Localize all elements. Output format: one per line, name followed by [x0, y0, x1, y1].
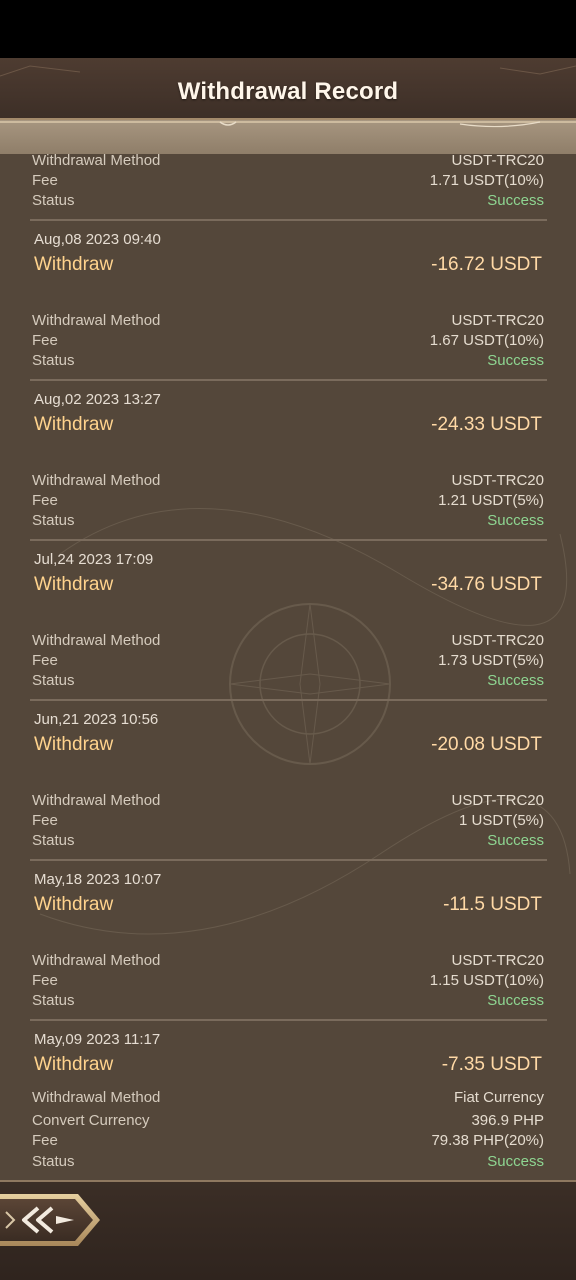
method-value: USDT-TRC20 [451, 472, 544, 489]
status-label: Status [32, 1153, 75, 1170]
fee-label: Fee [32, 1132, 58, 1149]
fee-value: 1.71 USDT(10%) [429, 172, 544, 189]
record-date: May,18 2023 10:07 [34, 871, 162, 888]
record-date: Jul,24 2023 17:09 [34, 551, 154, 568]
fee-value: 1.73 USDT(5%) [438, 652, 544, 669]
record-divider [30, 219, 547, 221]
record-divider [30, 699, 547, 701]
method-label: Withdrawal Method [32, 952, 161, 969]
header-ornament-strip [0, 120, 576, 154]
record-type: Withdraw [34, 254, 114, 275]
status-value: Success [487, 992, 544, 1009]
status-value: Success [487, 352, 544, 369]
record-divider [30, 1019, 547, 1021]
record-amount: -11.5 USDT [443, 894, 542, 915]
record-date: Jun,21 2023 10:56 [34, 711, 159, 728]
fee-value: 1.67 USDT(10%) [429, 332, 544, 349]
method-value: USDT-TRC20 [451, 792, 544, 809]
record-date: Aug,08 2023 09:40 [34, 231, 161, 248]
record-type: Withdraw [34, 734, 114, 755]
status-label: Status [32, 352, 75, 369]
fee-label: Fee [32, 332, 58, 349]
method-label: Withdrawal Method [32, 472, 161, 489]
fee-value: 1.21 USDT(5%) [438, 492, 544, 509]
fee-label: Fee [32, 812, 58, 829]
fee-label: Fee [32, 652, 58, 669]
record-divider [30, 859, 547, 861]
record-amount: -7.35 USDT [441, 1054, 542, 1075]
method-label: Withdrawal Method [32, 632, 161, 649]
back-button[interactable] [0, 1190, 104, 1250]
record-type: Withdraw [34, 894, 114, 915]
record-amount: -34.76 USDT [431, 574, 542, 595]
record-amount: -20.08 USDT [431, 734, 542, 755]
status-value: Success [487, 512, 544, 529]
record-list[interactable]: Withdrawal Method USDT-TRC20 Fee 1.71 US… [0, 154, 576, 1182]
status-label: Status [32, 192, 75, 209]
method-label: Withdrawal Method [32, 312, 161, 329]
status-value: Success [487, 832, 544, 849]
record-date: May,09 2023 11:17 [34, 1031, 161, 1048]
status-label: Status [32, 512, 75, 529]
fee-value: 1 USDT(5%) [458, 812, 544, 829]
fee-label: Fee [32, 492, 58, 509]
status-label: Status [32, 832, 75, 849]
record-type: Withdraw [34, 574, 114, 595]
record-amount: -16.72 USDT [431, 254, 542, 275]
system-status-bar [0, 0, 576, 58]
status-label: Status [32, 672, 75, 689]
record-divider [30, 539, 547, 541]
method-label: Withdrawal Method [32, 1089, 161, 1106]
method-value: USDT-TRC20 [451, 952, 544, 969]
method-value: Fiat Currency [453, 1089, 544, 1106]
method-value: USDT-TRC20 [451, 312, 544, 329]
record-date: Aug,02 2023 13:27 [34, 391, 161, 408]
status-value: Success [487, 672, 544, 689]
fee-label: Fee [32, 972, 58, 989]
record-type: Withdraw [34, 1054, 114, 1075]
record-divider [30, 379, 547, 381]
method-value: USDT-TRC20 [451, 154, 544, 169]
record-amount: -24.33 USDT [431, 414, 542, 435]
header-bar: Withdrawal Record [0, 58, 576, 120]
record-type: Withdraw [34, 414, 114, 435]
status-label: Status [32, 992, 75, 1009]
method-label: Withdrawal Method [32, 792, 161, 809]
back-double-chevron-icon [0, 1194, 100, 1246]
page-title: Withdrawal Record [177, 78, 399, 105]
convert-value: 396.9 PHP [471, 1112, 544, 1129]
method-label: Withdrawal Method [32, 154, 161, 169]
convert-label: Convert Currency [32, 1112, 150, 1129]
status-value: Success [487, 1153, 544, 1170]
fee-label: Fee [32, 172, 58, 189]
fee-value: 1.15 USDT(10%) [429, 972, 544, 989]
method-value: USDT-TRC20 [451, 632, 544, 649]
fee-value: 79.38 PHP(20%) [431, 1132, 544, 1149]
status-value: Success [487, 192, 544, 209]
